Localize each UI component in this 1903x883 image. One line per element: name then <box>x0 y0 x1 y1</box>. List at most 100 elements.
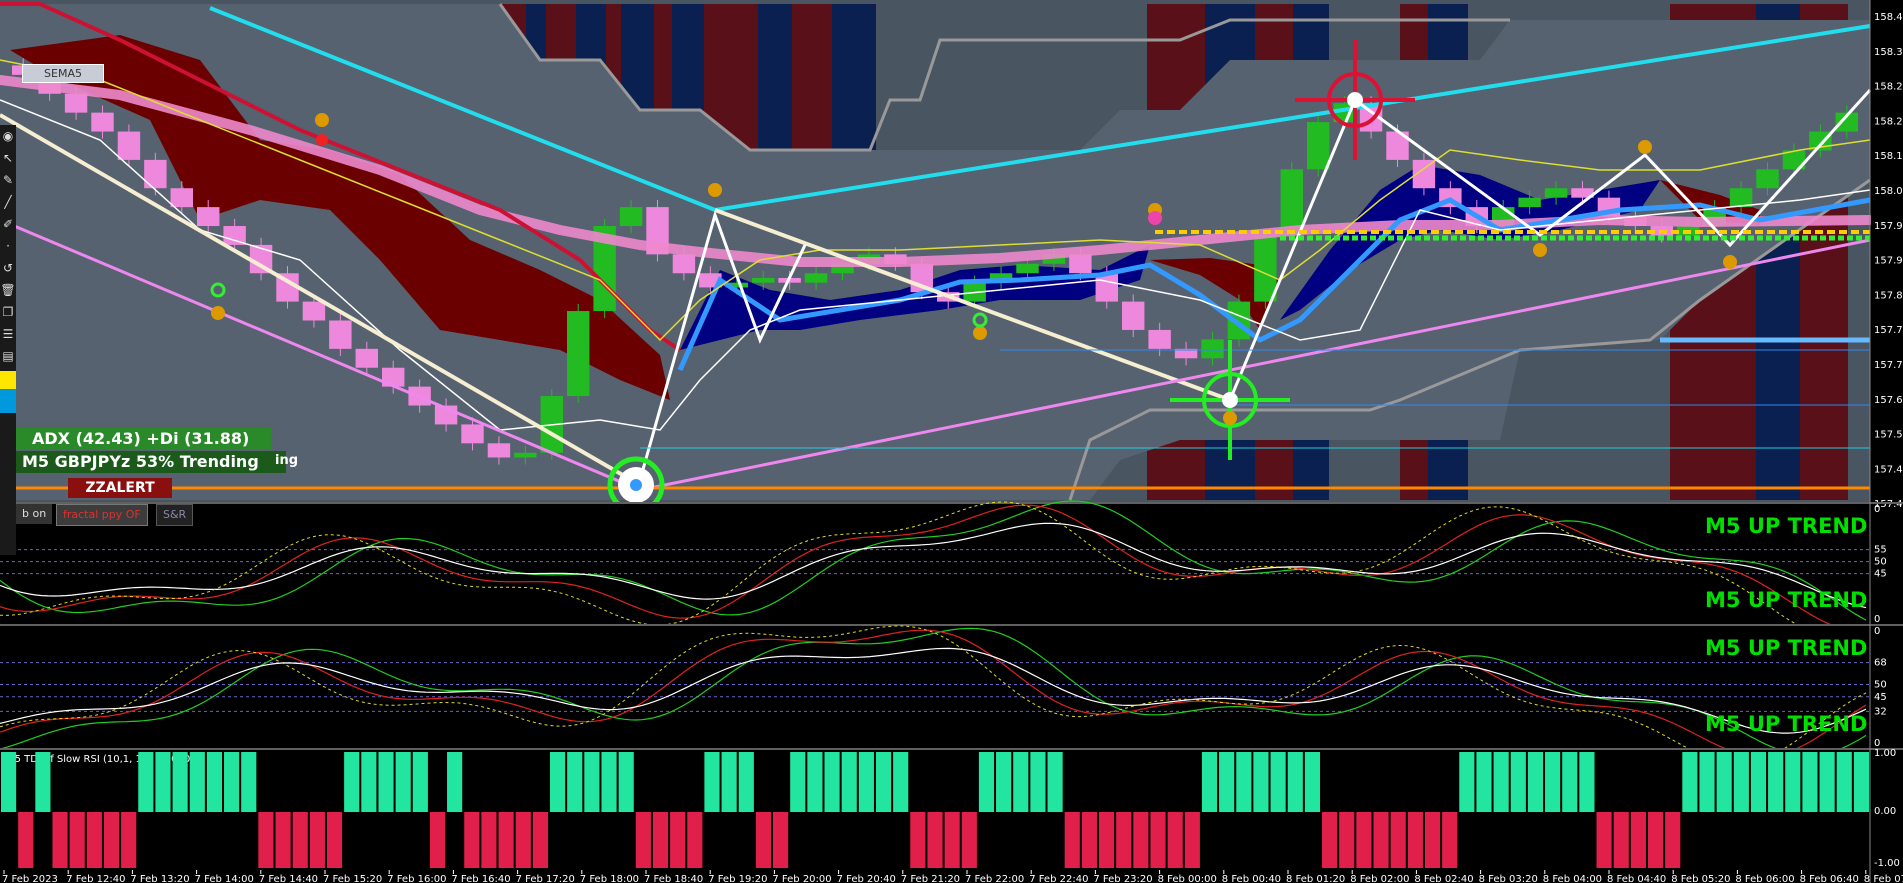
histo-bar-18 <box>309 812 325 868</box>
price-tick-8: 157.85 <box>1874 290 1903 301</box>
time-tick-16: 7 Feb 22:40 <box>1029 874 1088 883</box>
main-price-panel[interactable]: 158.43 158.36 158.29 158.21 158.14 158.07 157.… <box>0 0 1903 514</box>
signal-dot-3 <box>1638 140 1652 154</box>
candle-body-4 <box>117 131 141 160</box>
histo-bar-48 <box>824 752 840 812</box>
histo-bar-80 <box>1373 812 1389 868</box>
trash-icon[interactable]: 🗑 <box>0 279 16 301</box>
line-tool-icon[interactable]: ╱ <box>0 191 16 213</box>
histo-bar-106 <box>1819 752 1835 812</box>
oscillator-panel-1[interactable]: 55504500M5 UP TRENDM5 UP TREND <box>0 500 1887 638</box>
price-tick-2: 158.29 <box>1874 82 1903 93</box>
histo-bar-76 <box>1304 752 1321 812</box>
blue-swatch[interactable] <box>0 389 16 413</box>
time-tick-26: 8 Feb 05:20 <box>1671 874 1730 883</box>
histo-bar-59 <box>1013 752 1029 812</box>
trading-chart[interactable]: 158.43 158.36 158.29 158.21 158.14 158.07 157.… <box>0 0 1903 883</box>
histo-bar-65 <box>1116 812 1132 868</box>
histo-bar-29 <box>498 812 514 868</box>
pencil-icon[interactable]: ✎ <box>0 169 16 191</box>
histo-bar-98 <box>1682 752 1698 812</box>
histo-bar-35 <box>601 752 617 812</box>
histo-bar-46 <box>790 752 806 812</box>
histo-bar-30 <box>515 812 531 868</box>
histo-bar-77 <box>1322 812 1338 868</box>
candle-body-11 <box>302 301 326 321</box>
oscillator-panel-2[interactable]: 6850453200M5 UP TRENDM5 UP TREND <box>0 625 1887 765</box>
price-tick-5: 158.07 <box>1874 186 1903 197</box>
candle-body-19 <box>514 452 537 458</box>
histo-bar-108 <box>1853 752 1869 812</box>
undo-icon[interactable]: ↺ <box>0 257 16 279</box>
price-tick-13: 157.48 <box>1874 464 1903 475</box>
histo-bar-69 <box>1184 812 1200 868</box>
copy-icon[interactable]: ❐ <box>0 301 16 323</box>
tab-fractal[interactable]: fractal ppy OF <box>56 504 148 526</box>
dot-icon[interactable]: · <box>0 235 16 257</box>
histo-bar-42 <box>721 752 737 812</box>
histo-bar-92 <box>1579 752 1595 812</box>
histo-bar-58 <box>996 752 1012 812</box>
histo-bar-24 <box>412 752 428 812</box>
histo-bar-44 <box>755 812 772 868</box>
histo-bar-97 <box>1665 812 1681 868</box>
histo-bar-53 <box>910 812 926 868</box>
osc2-trend-label-0: M5 UP TREND <box>1705 636 1867 660</box>
price-tick-11: 157.63 <box>1874 395 1903 406</box>
tab-sr[interactable]: S&R <box>156 504 194 526</box>
price-tick-4: 158.14 <box>1874 151 1903 162</box>
histo-level-1: 0.00 <box>1874 806 1896 817</box>
histo-bar-57 <box>978 752 995 812</box>
histogram-panel[interactable]: M5 TDI of Slow RSI (10,1, 10) 1.0000 1.0… <box>0 748 1900 870</box>
sema5-label[interactable]: SEMA5 <box>22 64 104 83</box>
histo-bar-12 <box>206 752 223 812</box>
histo-bar-17 <box>292 812 308 868</box>
histo-bar-43 <box>738 752 754 812</box>
candle-body-57 <box>1518 197 1541 208</box>
candle-body-49 <box>1307 122 1330 170</box>
trend-text: M5 GBPJPYz 53% Trending <box>22 452 259 471</box>
histo-bar-84 <box>1442 812 1458 868</box>
eye-icon[interactable]: ◉ <box>0 125 16 147</box>
candle-body-66 <box>1756 169 1779 189</box>
candle-body-23 <box>619 207 643 227</box>
histo-bar-66 <box>1133 812 1149 868</box>
histo-bar-37 <box>635 812 651 868</box>
list-icon[interactable]: ☰ <box>0 323 16 345</box>
histo-bar-82 <box>1407 812 1423 868</box>
histo-bar-36 <box>618 752 634 812</box>
histo-bar-28 <box>481 812 497 868</box>
histo-bar-72 <box>1236 752 1252 812</box>
histo-bar-33 <box>567 752 583 812</box>
histo-bar-34 <box>584 752 600 812</box>
histo-bar-73 <box>1253 752 1269 812</box>
candle-body-6 <box>170 188 193 208</box>
time-tick-10: 7 Feb 18:40 <box>644 874 703 883</box>
histo-bar-71 <box>1219 752 1235 812</box>
zzalert-label[interactable]: ZZALERT <box>68 478 172 498</box>
doc-icon[interactable]: ▤ <box>0 345 16 367</box>
histo-bar-39 <box>670 812 686 868</box>
drawing-tools[interactable]: ◉ ↖ ✎ ╱ ✐ · ↺ 🗑 ❐ ☰ ▤ <box>0 125 16 555</box>
yellow-swatch[interactable] <box>0 371 16 389</box>
price-tick-3: 158.21 <box>1874 116 1903 127</box>
osc1-level-label-1: 50 <box>1874 557 1887 568</box>
signal-dot-6 <box>1223 411 1237 425</box>
histo-bar-96 <box>1647 812 1664 868</box>
candle-body-21 <box>567 311 590 397</box>
candle-body-12 <box>329 320 352 349</box>
candle-body-2 <box>64 93 88 113</box>
osc2-zero-top: 0 <box>1874 626 1880 637</box>
time-tick-7: 7 Feb 16:40 <box>451 874 510 883</box>
histo-bar-32 <box>549 752 566 812</box>
cursor-icon[interactable]: ↖ <box>0 147 16 169</box>
osc1-trend-label-0: M5 UP TREND <box>1705 514 1867 538</box>
candle-body-3 <box>91 112 114 132</box>
brush-icon[interactable]: ✐ <box>0 213 16 235</box>
histo-bar-1 <box>18 812 34 868</box>
histo-bar-11 <box>189 752 205 812</box>
time-tick-3: 7 Feb 14:00 <box>195 874 254 883</box>
tab-on[interactable]: b on <box>16 504 53 524</box>
price-tick-7: 157.92 <box>1874 256 1903 267</box>
time-tick-28: 8 Feb 06:40 <box>1800 874 1859 883</box>
